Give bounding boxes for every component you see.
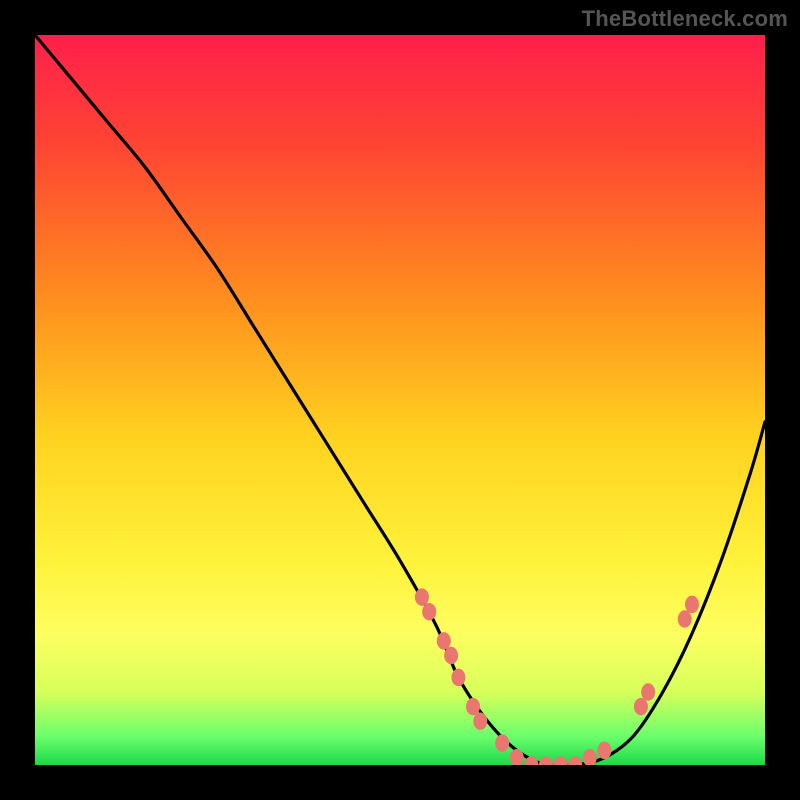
marker-point	[634, 698, 648, 716]
marker-point	[678, 610, 692, 628]
marker-point	[437, 632, 451, 650]
gradient-background	[35, 35, 765, 765]
bottleneck-chart	[0, 0, 800, 800]
marker-point	[466, 698, 480, 716]
marker-point	[539, 756, 553, 774]
marker-point	[685, 596, 699, 614]
marker-point	[524, 756, 538, 774]
marker-point	[597, 742, 611, 760]
marker-point	[554, 756, 568, 774]
marker-point	[415, 588, 429, 606]
marker-point	[444, 647, 458, 665]
chart-frame: TheBottleneck.com	[0, 0, 800, 800]
marker-point	[422, 603, 436, 621]
marker-point	[583, 749, 597, 767]
marker-point	[568, 756, 582, 774]
marker-point	[473, 712, 487, 730]
marker-point	[495, 734, 509, 752]
marker-point	[641, 683, 655, 701]
marker-point	[451, 669, 465, 687]
marker-point	[510, 749, 524, 767]
